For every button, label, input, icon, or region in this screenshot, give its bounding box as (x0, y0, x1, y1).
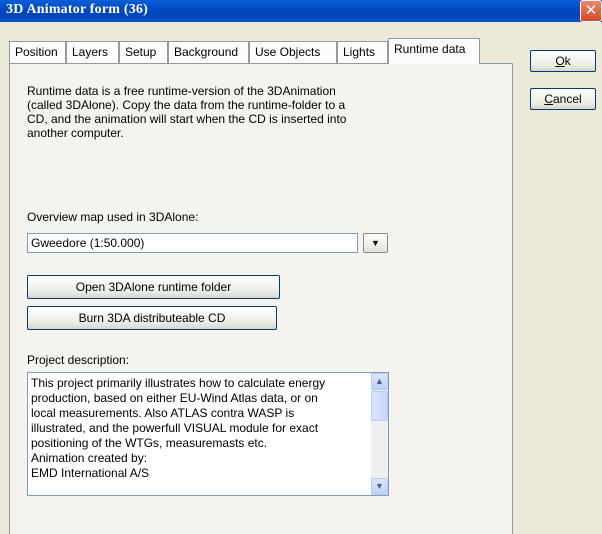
project-text-line: positioning of the WTGs, measuremasts et… (31, 436, 268, 450)
tab-label: Runtime data (394, 42, 466, 56)
tab-label: Position (15, 45, 58, 59)
tab-label: Background (174, 45, 239, 59)
scroll-up-icon: ▲ (375, 376, 384, 386)
tab-lights[interactable]: Lights (337, 41, 388, 63)
ok-button[interactable]: Ok (530, 50, 596, 72)
description-line: Runtime data is a free runtime-version o… (27, 84, 336, 98)
runtime-description: Runtime data is a free runtime-version o… (27, 84, 387, 140)
dropdown-button[interactable]: ▼ (363, 233, 388, 253)
ok-mnemonic: O (555, 54, 565, 68)
runtime-data-panel: Runtime data is a free runtime-version o… (9, 63, 513, 534)
scroll-up-button[interactable]: ▲ (371, 373, 388, 390)
description-line: another computer. (27, 126, 124, 140)
scroll-down-button[interactable]: ▼ (371, 478, 388, 495)
cancel-button[interactable]: Cancel (530, 88, 596, 110)
description-line: CD, and the animation will start when th… (27, 112, 347, 126)
chevron-down-icon: ▼ (371, 238, 380, 248)
cancel-mnemonic: C (544, 92, 553, 106)
tab-setup[interactable]: Setup (119, 41, 168, 63)
open-runtime-folder-button[interactable]: Open 3DAlone runtime folder (27, 275, 280, 299)
project-text-line: Animation created by: (31, 451, 148, 465)
cancel-label-rest: ancel (552, 92, 582, 106)
window-title: 3D Animator form (36) (6, 2, 148, 17)
project-text-line: illustrated, and the powerfull VISUAL mo… (31, 421, 319, 435)
tab-label: Lights (343, 45, 376, 59)
project-description-text: This project primarily illustrates how t… (31, 376, 369, 481)
tab-label: Layers (72, 45, 109, 59)
project-description-label: Project description: (27, 353, 130, 367)
overview-map-select[interactable]: Gweedore (1:50.000) ▼ (27, 233, 396, 253)
tab-use-objects[interactable]: Use Objects (249, 41, 337, 63)
tab-runtime-data[interactable]: Runtime data (388, 38, 480, 64)
project-description-textarea[interactable]: This project primarily illustrates how t… (27, 372, 389, 496)
scroll-down-icon: ▼ (375, 481, 384, 491)
scroll-thumb[interactable] (371, 391, 388, 421)
overview-map-value[interactable]: Gweedore (1:50.000) (27, 233, 358, 253)
project-text-line: This project primarily illustrates how t… (31, 376, 326, 390)
tab-position[interactable]: Position (9, 41, 66, 63)
overview-map-label: Overview map used in 3DAlone: (27, 210, 199, 224)
tab-background[interactable]: Background (168, 41, 249, 63)
project-text-line: EMD International A/S (31, 466, 150, 480)
tab-layers[interactable]: Layers (66, 41, 119, 63)
project-text-line: local measurements. Also ATLAS contra WA… (31, 406, 295, 420)
vertical-scrollbar[interactable]: ▲ ▼ (371, 373, 388, 495)
description-line: (called 3DAlone). Copy the data from the… (27, 98, 346, 112)
close-button[interactable]: ✕ (580, 0, 602, 22)
dialog-client-area: Position Layers Setup Background Use Obj… (0, 22, 602, 534)
ok-label-rest: k (564, 54, 571, 68)
tab-label: Setup (125, 45, 157, 59)
tab-label: Use Objects (255, 45, 321, 59)
burn-cd-button[interactable]: Burn 3DA distributeable CD (27, 306, 277, 330)
close-icon: ✕ (584, 1, 598, 19)
project-text-line: production, based on either EU-Wind Atla… (31, 391, 318, 405)
title-bar: 3D Animator form (36) ✕ (0, 0, 602, 22)
